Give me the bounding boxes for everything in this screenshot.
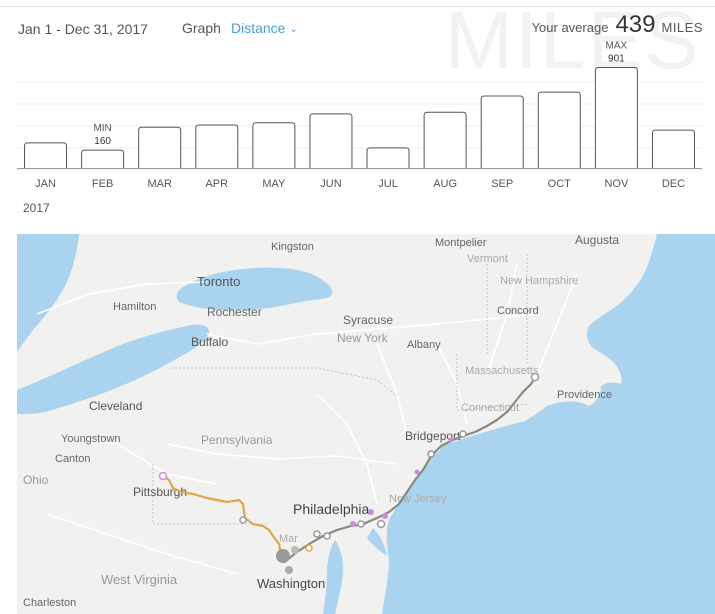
annotation-value: 901	[608, 53, 625, 64]
lake-huron	[17, 234, 79, 352]
month-tick-label: MAR	[147, 178, 172, 190]
marker-route	[459, 430, 467, 438]
bar-sep[interactable]	[480, 95, 524, 168]
label-new-york: New York	[337, 331, 389, 345]
month-tick-label: AUG	[433, 178, 457, 190]
label-kingston: Kingston	[271, 241, 314, 253]
marker-pittsburgh	[158, 471, 168, 481]
bar-may[interactable]	[252, 122, 296, 168]
label-montpelier: Montpelier	[435, 237, 487, 249]
marker-route	[368, 509, 374, 515]
label-charleston: Charleston	[23, 597, 76, 609]
marker-boston	[530, 372, 540, 382]
label-maryland: Mar	[279, 533, 298, 545]
label-new-jersey: New Jersey	[389, 493, 447, 505]
label-concord: Concord	[497, 305, 539, 317]
map-canvas[interactable]: Kingston Montpelier Augusta Vermont Toro…	[17, 234, 715, 614]
label-albany: Albany	[407, 339, 441, 351]
label-philadelphia: Philadelphia	[293, 501, 369, 517]
label-rochester: Rochester	[207, 305, 262, 319]
marker-route	[350, 521, 356, 527]
month-tick-label: OCT	[548, 178, 572, 190]
marker-route	[382, 513, 388, 519]
marker-route	[239, 516, 247, 524]
month-tick-label: JUL	[378, 178, 398, 190]
month-tick-label: NOV	[604, 178, 629, 190]
annotation-label: MAX	[606, 40, 628, 51]
marker-route	[305, 544, 313, 552]
bar-apr[interactable]	[195, 124, 239, 168]
label-massachusetts: Massachusetts	[465, 365, 539, 377]
marker-route	[323, 532, 331, 540]
month-tick-label: SEP	[491, 178, 513, 190]
marker-cluster	[285, 566, 293, 574]
label-providence: Providence	[557, 389, 612, 401]
label-buffalo: Buffalo	[191, 335, 228, 349]
bar-aug[interactable]	[423, 111, 467, 168]
annotation-label: MIN	[93, 123, 111, 134]
month-tick-label: DEC	[662, 178, 685, 190]
marker-route	[414, 469, 420, 475]
bar-jun[interactable]	[309, 113, 353, 168]
bar-dec[interactable]	[651, 129, 695, 168]
label-vermont: Vermont	[467, 253, 508, 265]
bar-nov[interactable]	[594, 66, 638, 168]
marker-cluster	[291, 546, 299, 554]
route-map[interactable]: Kingston Montpelier Augusta Vermont Toro…	[17, 234, 715, 614]
label-canton: Canton	[55, 453, 90, 465]
bar-feb[interactable]	[81, 149, 125, 168]
chesapeake-bay	[323, 540, 343, 614]
bar-jul[interactable]	[366, 147, 410, 168]
year-label: 2017	[23, 201, 50, 215]
atlantic-ocean	[382, 234, 715, 614]
label-new-hampshire: New Hampshire	[500, 275, 578, 287]
label-youngstown: Youngstown	[61, 433, 121, 445]
marker-route	[313, 530, 321, 538]
label-syracuse: Syracuse	[343, 313, 393, 327]
label-hamilton: Hamilton	[113, 301, 156, 313]
marker-route	[448, 437, 454, 443]
month-tick-label: APR	[205, 178, 228, 190]
label-washington: Washington	[257, 576, 325, 591]
monthly-distance-chart: JAN FEB MIN 160 MAR APR MAY JUN JUL AUG SEP OCT NOV M…	[17, 40, 702, 190]
label-pennsylvania: Pennsylvania	[201, 433, 273, 447]
bar-mar[interactable]	[138, 126, 182, 168]
bar-jan[interactable]	[24, 142, 68, 168]
month-tick-label: JAN	[35, 178, 56, 190]
annotation-value: 160	[94, 136, 111, 147]
marker-route	[376, 519, 386, 529]
label-augusta: Augusta	[575, 234, 619, 247]
marker-cluster-washington	[276, 549, 290, 563]
month-tick-label: FEB	[92, 178, 113, 190]
label-toronto: Toronto	[197, 274, 240, 289]
label-cleveland: Cleveland	[89, 399, 142, 413]
bar-oct[interactable]	[537, 91, 581, 168]
month-tick-label: JUN	[320, 178, 341, 190]
label-west-virginia: West Virginia	[101, 572, 178, 587]
month-tick-label: MAY	[262, 178, 286, 190]
label-ohio: Ohio	[23, 473, 49, 487]
delaware-bay	[367, 528, 387, 556]
marker-route	[427, 450, 435, 458]
marker-route	[357, 520, 365, 528]
